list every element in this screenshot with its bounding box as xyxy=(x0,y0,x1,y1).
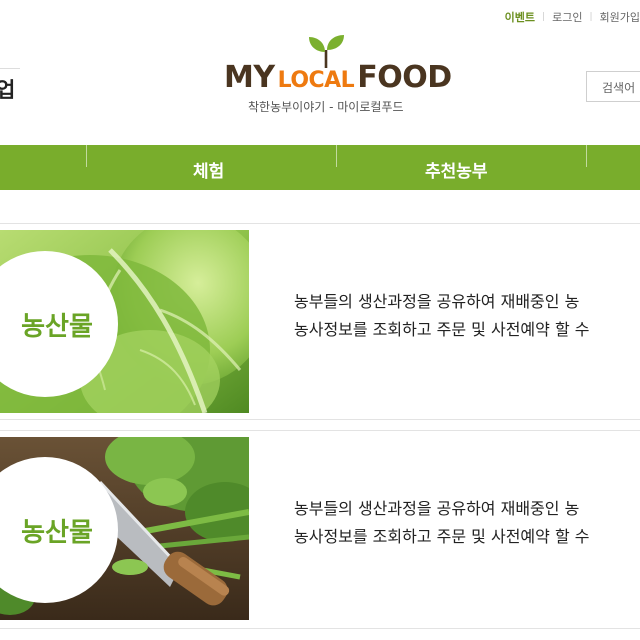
section-heading: 업 xyxy=(0,78,16,102)
signup-link[interactable]: 회원가입 xyxy=(600,9,640,25)
event-link[interactable]: 이벤트 xyxy=(505,9,535,25)
nav-divider xyxy=(86,145,87,167)
description-line: 농사정보를 조회하고 주문 및 사전예약 할 수 xyxy=(294,527,590,546)
divider xyxy=(0,223,640,224)
nav-divider xyxy=(586,145,587,167)
search-input[interactable]: 검색어 xyxy=(586,71,640,102)
divider xyxy=(0,628,640,629)
product-image-garden[interactable]: 농산물 xyxy=(0,437,249,620)
nav-divider xyxy=(336,145,337,167)
category-label: 농산물 xyxy=(21,517,93,548)
product-image-cabbage[interactable]: 농산물 xyxy=(0,230,249,413)
category-label: 농산물 xyxy=(21,311,93,342)
page: 이벤트 | 로그인 | 회원가입 업 MY LOCAL FOOD 착한농부이야기 -… xyxy=(0,0,640,640)
logo-tagline: 착한농부이야기 - 마이로컬푸드 xyxy=(248,100,404,114)
site-logo[interactable]: MY LOCAL FOOD 착한농부이야기 - 마이로컬푸드 xyxy=(224,34,454,120)
description-line: 농부들의 생산과정을 공유하여 재배중인 농 xyxy=(294,499,580,518)
divider xyxy=(0,419,640,420)
utility-links: 이벤트 | 로그인 | 회원가입 xyxy=(505,9,640,25)
divider xyxy=(0,68,20,69)
product-description: 농부들의 생산과정을 공유하여 재배중인 농 농사정보를 조회하고 주문 및 사… xyxy=(294,288,589,344)
login-link[interactable]: 로그인 xyxy=(552,9,582,25)
logo-food: FOOD xyxy=(357,60,452,95)
nav-item-experience[interactable]: 체험 xyxy=(193,157,224,182)
logo-local: LOCAL xyxy=(277,68,355,93)
divider: | xyxy=(542,12,546,22)
nav-item-recommended-farmers[interactable]: 추천농부 xyxy=(425,157,488,182)
logo-wordmark: MY LOCAL FOOD xyxy=(224,60,452,95)
product-description: 농부들의 생산과정을 공유하여 재배중인 농 농사정보를 조회하고 주문 및 사… xyxy=(294,495,589,551)
divider xyxy=(0,430,640,431)
logo-my: MY xyxy=(224,60,275,95)
description-line: 농사정보를 조회하고 주문 및 사전예약 할 수 xyxy=(294,320,590,339)
description-line: 농부들의 생산과정을 공유하여 재배중인 농 xyxy=(294,292,580,311)
divider: | xyxy=(589,12,593,22)
main-nav: 체험 추천농부 xyxy=(0,145,640,190)
